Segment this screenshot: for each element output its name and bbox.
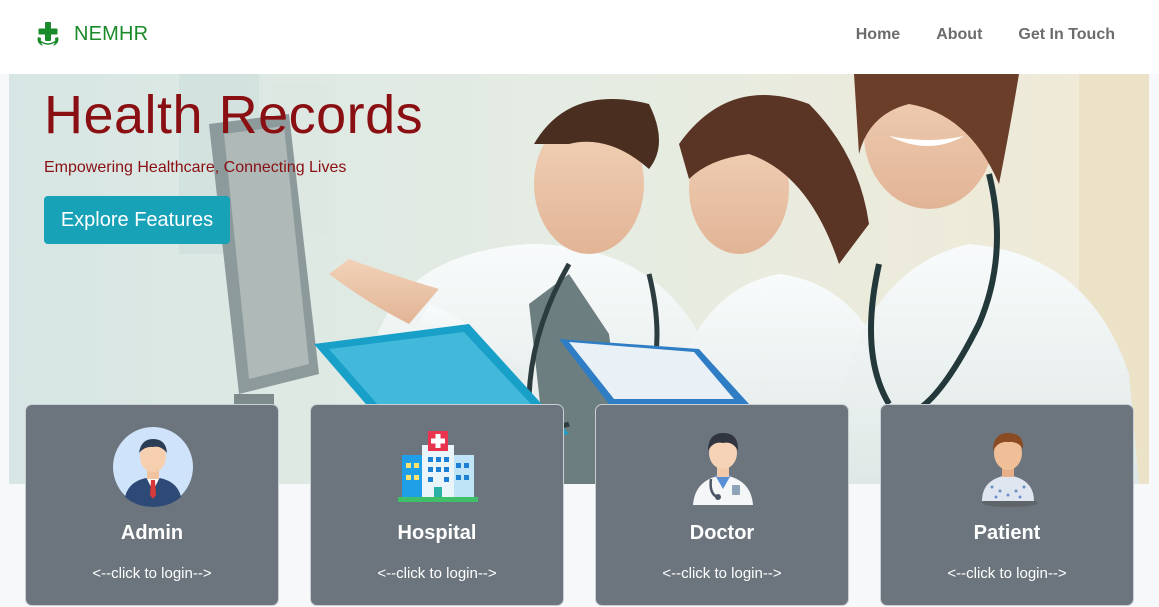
nav-home-link[interactable]: Home	[856, 26, 900, 44]
admin-card[interactable]: Admin <--click to login-->	[25, 404, 279, 606]
nav-about-link[interactable]: About	[936, 26, 982, 44]
hero-subtitle: Empowering Healthcare, Connecting Lives	[44, 159, 347, 176]
explore-features-button[interactable]: Explore Features	[44, 196, 230, 244]
hero-title: Health Records	[44, 85, 424, 145]
doctor-login-link[interactable]: <--click to login-->	[596, 565, 848, 582]
nav-menu: Home About Get In Touch	[856, 26, 1115, 44]
role-cards: Admin <--click to login--> Hospital <--c…	[0, 404, 1159, 607]
patient-card-title: Patient	[973, 522, 1041, 544]
hospital-card[interactable]: Hospital <--click to login-->	[310, 404, 564, 606]
brand-name: NEMHR	[74, 22, 149, 45]
patient-login-link[interactable]: <--click to login-->	[881, 565, 1133, 582]
doctor-card-title: Doctor	[689, 522, 755, 544]
brand-link[interactable]: NEMHR	[34, 20, 148, 48]
doctor-card[interactable]: Doctor <--click to login-->	[595, 404, 849, 606]
hospital-building-icon	[398, 431, 478, 502]
admin-card-title: Admin	[120, 522, 184, 544]
admin-login-link[interactable]: <--click to login-->	[26, 565, 278, 582]
doctor-avatar-icon	[693, 433, 753, 505]
hospital-login-link[interactable]: <--click to login-->	[311, 565, 563, 582]
patient-avatar-icon	[982, 433, 1038, 507]
medical-cross-logo-icon	[37, 22, 59, 46]
nav-contact-link[interactable]: Get In Touch	[1018, 26, 1115, 44]
admin-avatar-icon	[113, 427, 193, 507]
navbar: NEMHR Home About Get In Touch	[0, 0, 1159, 74]
patient-card[interactable]: Patient <--click to login-->	[880, 404, 1134, 606]
hospital-card-title: Hospital	[397, 522, 477, 544]
